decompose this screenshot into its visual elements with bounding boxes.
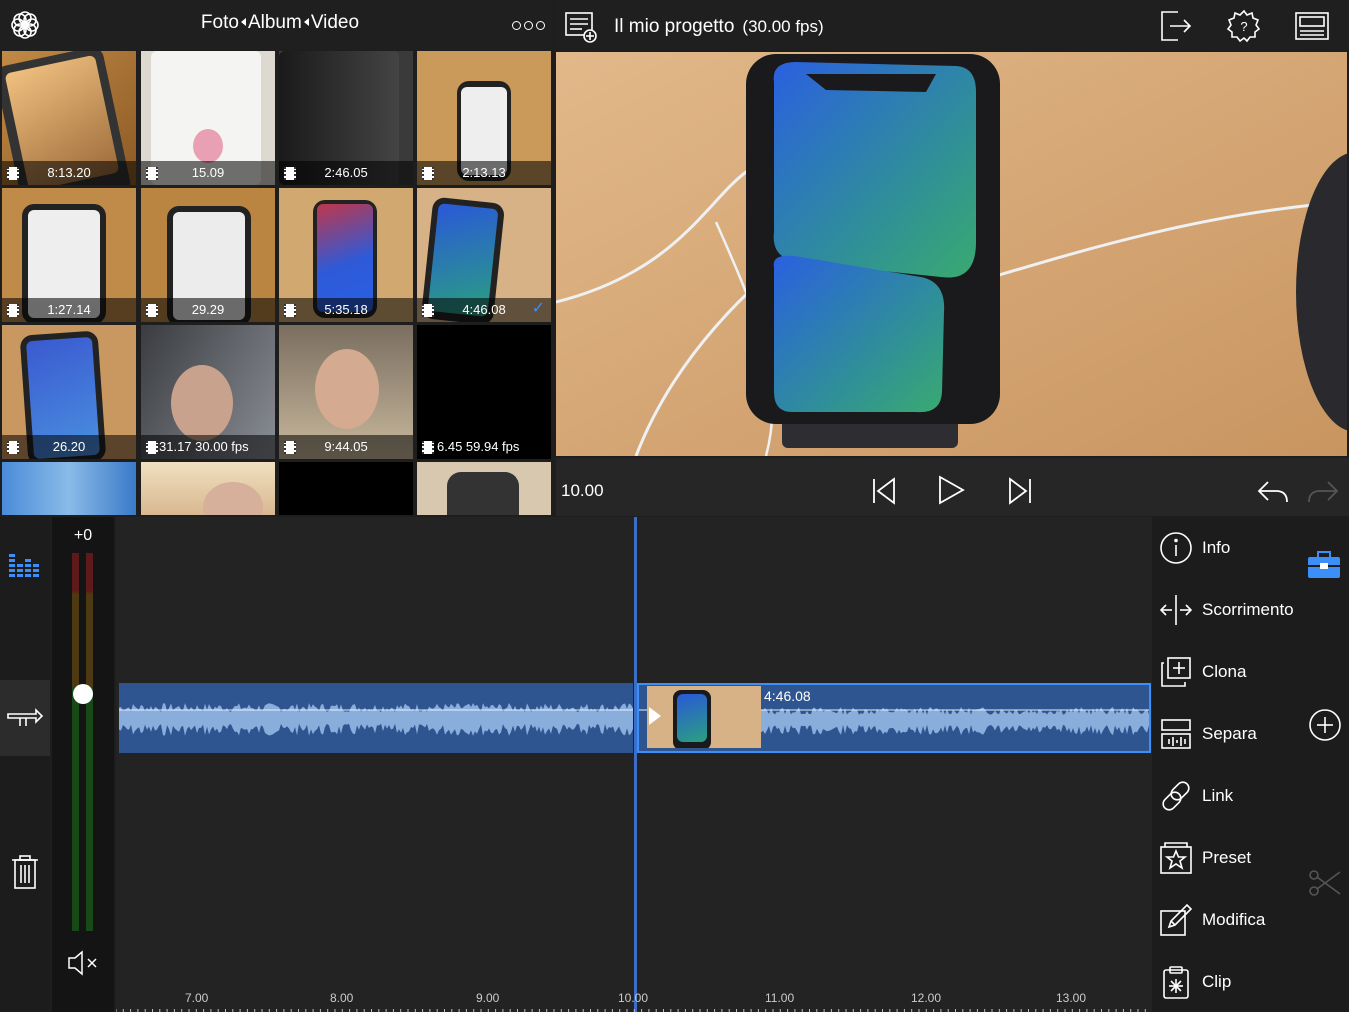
ruler-label: 10.00 — [618, 991, 649, 1005]
svg-text:?: ? — [1240, 19, 1247, 34]
media-thumbnail[interactable]: 8:13.20 — [2, 51, 136, 185]
film-icon — [422, 441, 434, 454]
info-icon — [1158, 530, 1194, 566]
video-clip[interactable]: 4:46.08 — [637, 683, 1151, 753]
media-thumbnail[interactable]: 2:46.05 — [279, 51, 413, 185]
preview-video[interactable] — [556, 52, 1347, 456]
undo-icon[interactable] — [1256, 478, 1290, 506]
menu-link[interactable]: Link — [1158, 776, 1308, 816]
separate-audio-icon — [1158, 716, 1194, 752]
media-thumbnail[interactable]: 2:13.13 — [417, 51, 551, 185]
video-clip-thumbnail — [647, 686, 761, 748]
preset-star-icon — [1158, 840, 1194, 876]
left-toolbar — [0, 517, 50, 1012]
track-options-icon[interactable] — [6, 704, 44, 728]
edit-pencil-icon — [1158, 902, 1194, 938]
skip-back-icon[interactable] — [870, 476, 898, 506]
slide-icon — [1158, 592, 1194, 628]
film-icon — [146, 441, 158, 454]
clipboard-icon — [1158, 964, 1194, 1000]
media-thumbnail[interactable]: 26.20 — [2, 325, 136, 459]
volume-level-label: +0 — [73, 527, 93, 544]
ruler-label: 7.00 — [185, 991, 209, 1005]
media-thumbnail[interactable]: 6.45 59.94 fps — [417, 325, 551, 459]
clip-duration-label: 4:46.08 — [764, 688, 811, 704]
more-options-icon[interactable] — [512, 18, 546, 32]
nav-foto[interactable]: Foto — [201, 12, 239, 33]
toolbox-icon[interactable] — [1307, 550, 1341, 580]
redo-icon[interactable] — [1306, 478, 1340, 506]
app-menu-icon[interactable] — [8, 8, 42, 42]
menu-separa[interactable]: Separa — [1158, 714, 1308, 754]
play-icon[interactable] — [936, 474, 966, 506]
media-thumbnail[interactable] — [417, 462, 551, 515]
media-thumbnail[interactable] — [279, 462, 413, 515]
ruler-label: 13.00 — [1056, 991, 1087, 1005]
time-readout: 10.00 — [561, 481, 604, 500]
menu-scorrimento[interactable]: Scorrimento — [1158, 590, 1308, 630]
media-thumbnail[interactable]: 29.29 — [141, 188, 275, 322]
nav-album[interactable]: Album — [248, 12, 302, 33]
media-thumbnail[interactable]: 5:35.18 — [279, 188, 413, 322]
trash-icon[interactable] — [10, 854, 40, 890]
volume-meter-panel — [52, 517, 114, 1012]
chevron-left-icon — [303, 18, 309, 26]
scissors-icon — [1308, 866, 1342, 900]
media-thumbnail[interactable]: 31.17 30.00 fps — [141, 325, 275, 459]
meter-bar-right — [86, 553, 93, 931]
ruler-label: 12.00 — [911, 991, 942, 1005]
export-icon[interactable] — [1158, 8, 1194, 44]
menu-modifica[interactable]: Modifica — [1158, 900, 1308, 940]
menu-info[interactable]: Info — [1158, 528, 1308, 568]
settings-help-icon[interactable]: ? — [1226, 8, 1262, 44]
volume-slider-knob[interactable] — [73, 684, 93, 704]
project-fps: (30.00 fps) — [742, 17, 824, 36]
checkmark-icon: ✓ — [531, 300, 545, 317]
meter-bar-left — [72, 553, 79, 931]
link-icon — [1158, 778, 1194, 814]
media-thumbnail[interactable]: 15.09 — [141, 51, 275, 185]
audio-levels-icon[interactable] — [8, 552, 42, 580]
ruler-label: 8.00 — [330, 991, 354, 1005]
clone-icon — [1158, 654, 1194, 690]
menu-clona[interactable]: Clona — [1158, 652, 1308, 692]
project-title[interactable]: Il mio progetto (30.00 fps) — [614, 16, 824, 38]
skip-forward-icon[interactable] — [1006, 476, 1034, 506]
playhead[interactable] — [634, 517, 637, 1012]
media-thumbnail[interactable]: 4:46.08 ✓ — [417, 188, 551, 322]
audio-clip[interactable] — [119, 683, 633, 753]
menu-clip[interactable]: Clip — [1158, 962, 1308, 1002]
ruler-label: 11.00 — [765, 991, 795, 1005]
add-icon[interactable] — [1308, 708, 1342, 742]
media-thumbnail[interactable]: 1:27.14 — [2, 188, 136, 322]
browser-breadcrumb: Foto Album Video — [150, 12, 410, 34]
mute-icon[interactable] — [66, 948, 100, 978]
chevron-left-icon — [240, 18, 246, 26]
media-thumbnail[interactable] — [2, 462, 136, 515]
project-list-icon[interactable] — [564, 10, 598, 44]
media-thumbnail[interactable] — [141, 462, 275, 515]
play-marker-icon — [649, 707, 661, 725]
nav-video[interactable]: Video — [311, 12, 359, 33]
media-thumbnail[interactable]: 9:44.05 — [279, 325, 413, 459]
far-right-toolbar — [1300, 517, 1349, 1012]
menu-preset[interactable]: Preset — [1158, 838, 1308, 878]
ruler-label: 9.00 — [476, 991, 500, 1005]
layout-icon[interactable] — [1294, 10, 1330, 42]
